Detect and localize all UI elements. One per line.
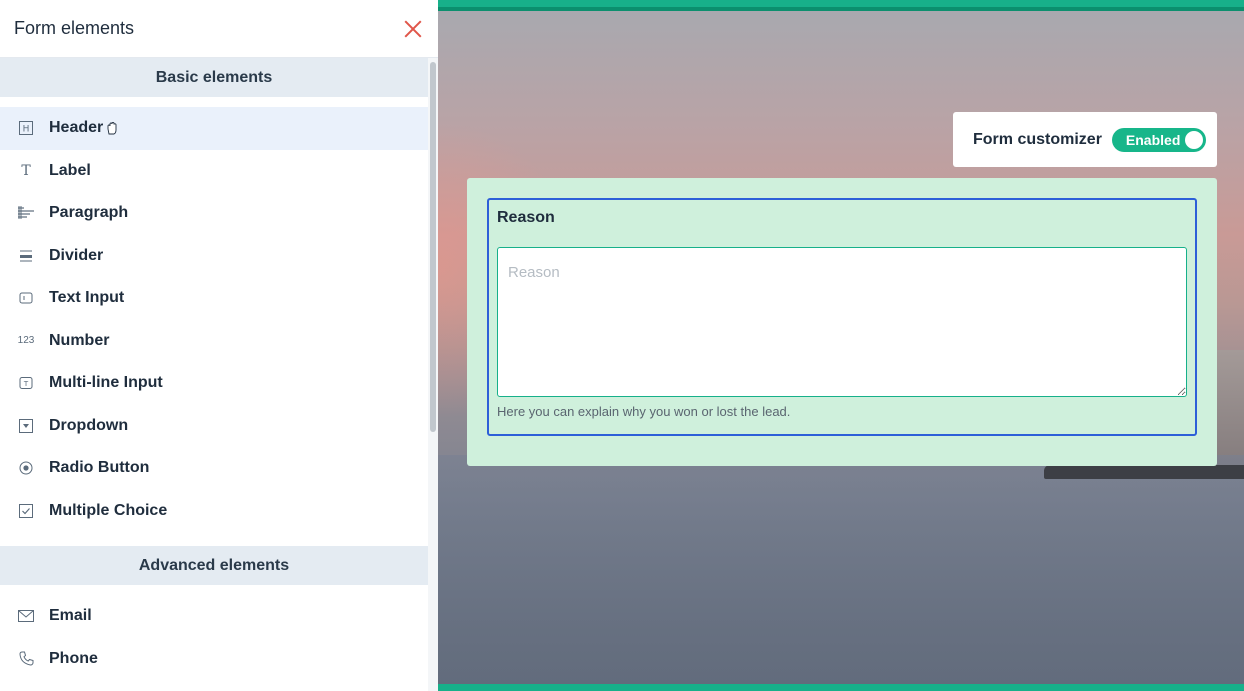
field-help-text: Here you can explain why you won or lost… [497,404,791,419]
element-label-text: Number [49,331,110,349]
sidebar-scrollbar[interactable] [428,58,438,691]
field-title: Reason [497,209,555,226]
hand-cursor-icon [107,122,117,135]
bottom-accent-bar [438,684,1244,691]
svg-text:H: H [23,125,30,135]
multiline-input-icon: T [17,374,35,392]
element-dropdown[interactable]: Dropdown [0,405,428,448]
section-advanced-elements: Advanced elements [0,546,428,585]
form-customizer-toggle[interactable]: Enabled [1111,127,1206,152]
element-label-text: Paragraph [49,204,129,222]
background-buildings [1214,350,1244,465]
scrollbar-thumb[interactable] [430,62,436,432]
element-text-input[interactable]: Text Input [0,277,428,320]
dropdown-icon [17,417,35,435]
element-multiline-input[interactable]: T Multi-line Input [0,362,428,405]
element-phone[interactable]: Phone [0,638,428,681]
element-label: Header [49,119,104,137]
element-multiple-choice[interactable]: Multiple Choice [0,490,428,533]
svg-text:T: T [23,380,29,388]
form-preview: Reason Here you can explain why you won … [467,178,1217,466]
element-label-text: Label [49,161,91,179]
advanced-elements-list: Email Phone [0,585,428,691]
element-label-text: Email [49,607,92,625]
element-label-text: Multiple Choice [49,501,168,519]
element-label-text: Phone [49,649,98,667]
label-icon: T [21,162,31,179]
background-shore [1044,465,1244,479]
section-basic-elements: Basic elements [0,58,428,97]
close-icon[interactable] [402,18,424,40]
checkbox-icon [17,502,35,520]
top-accent-bar [438,0,1244,11]
form-customizer-label: Form customizer [973,130,1102,148]
basic-elements-list: H Header T Label Paragraph Divider Text … [0,97,428,546]
sidebar-header: Form elements [0,0,438,58]
divider-icon [17,247,35,265]
element-label-text: Radio Button [49,459,150,477]
form-customizer-panel: Form customizer Enabled [953,112,1217,167]
form-elements-sidebar: Form elements Basic elements H Header T … [0,0,438,691]
element-radio-button[interactable]: Radio Button [0,447,428,490]
background-water [438,455,1244,691]
phone-icon [17,650,35,668]
selected-field[interactable]: Reason Here you can explain why you won … [487,198,1197,436]
element-email[interactable]: Email [0,595,428,638]
element-label-text: Multi-line Input [49,374,163,392]
element-header[interactable]: H Header [0,107,428,150]
element-label-text: Divider [49,246,104,264]
element-number[interactable]: 123 Number [0,320,428,363]
element-label-text: Text Input [49,289,125,307]
elements-list: Basic elements H Header T Label Paragrap… [0,58,428,691]
element-label-text: Dropdown [49,416,129,434]
text-input-icon [17,289,35,307]
header-icon: H [17,119,35,137]
element-paragraph[interactable]: Paragraph [0,192,428,235]
email-icon [17,607,35,625]
element-label[interactable]: T Label [0,150,428,193]
radio-button-icon [17,459,35,477]
number-icon: 123 [17,335,35,347]
toggle-knob [1184,130,1203,149]
reason-textarea[interactable] [497,247,1187,397]
toggle-state-text: Enabled [1125,131,1181,148]
element-divider[interactable]: Divider [0,235,428,278]
sidebar-title: Form elements [14,18,135,38]
paragraph-icon [17,204,35,222]
